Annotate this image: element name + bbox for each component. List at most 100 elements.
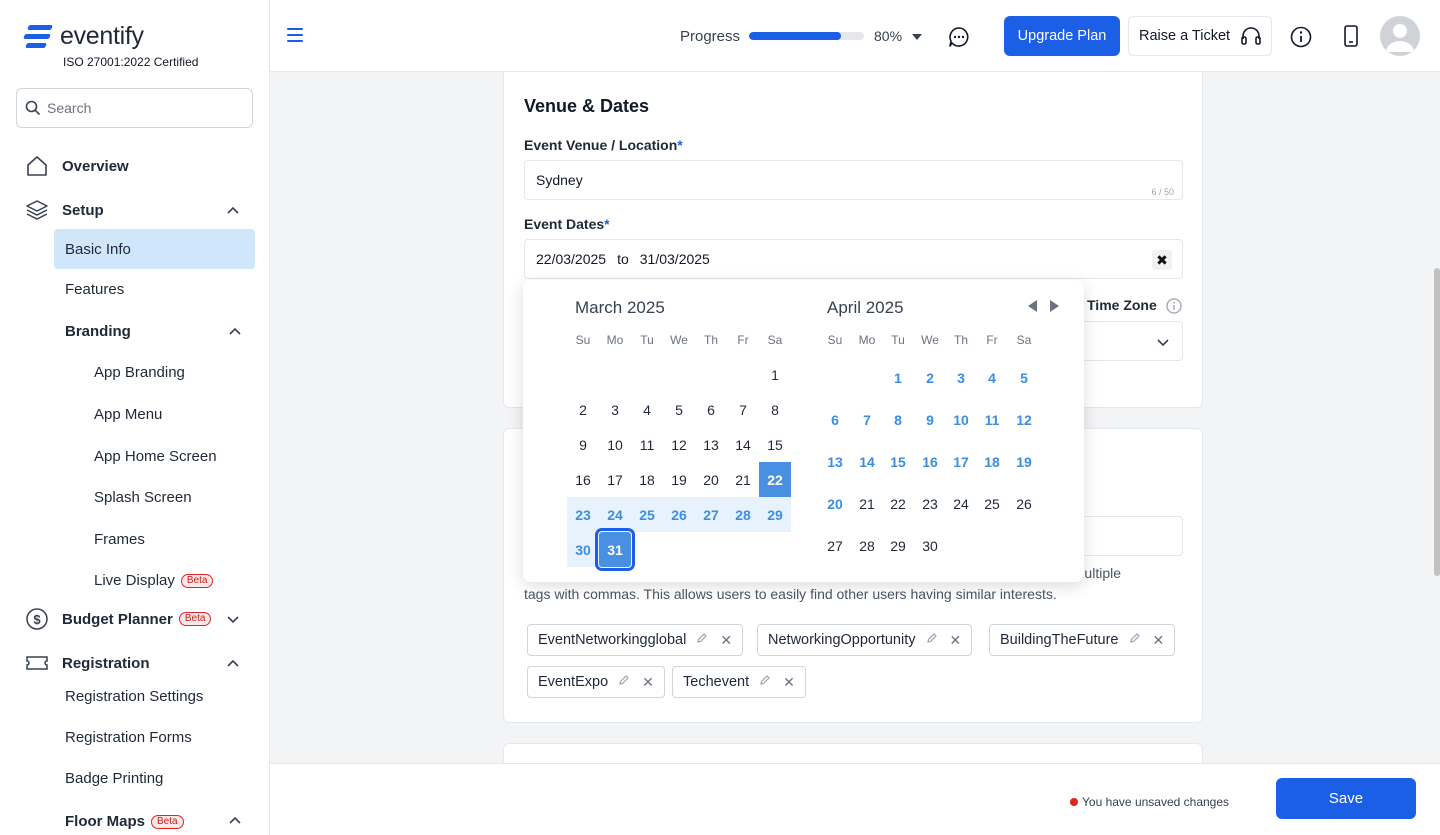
calendar-day[interactable]: 2 (914, 360, 946, 395)
sidebar-item-registration-forms[interactable]: Registration Forms (65, 729, 192, 746)
remove-tag-icon[interactable]: ✕ (1153, 632, 1165, 649)
calendar-day[interactable]: 11 (631, 427, 663, 462)
calendar-day[interactable]: 21 (851, 486, 883, 521)
prev-month-icon[interactable] (1028, 300, 1037, 312)
sidebar-item-basic-info[interactable]: Basic Info (54, 229, 255, 269)
info-icon[interactable] (1166, 298, 1182, 314)
calendar-day[interactable]: 5 (1008, 360, 1040, 395)
calendar-day[interactable]: 9 (914, 402, 946, 437)
calendar-day[interactable]: 17 (945, 444, 977, 479)
calendar-day[interactable]: 26 (663, 497, 695, 532)
calendar-day[interactable]: 10 (945, 402, 977, 437)
save-button[interactable]: Save (1276, 778, 1416, 819)
remove-tag-icon[interactable]: ✕ (950, 632, 962, 649)
calendar-day[interactable]: 1 (759, 357, 791, 392)
sidebar-item-splash-screen[interactable]: Splash Screen (94, 489, 192, 506)
calendar-day[interactable]: 18 (631, 462, 663, 497)
calendar-day[interactable]: 8 (882, 402, 914, 437)
calendar-day[interactable]: 3 (599, 392, 631, 427)
search-input[interactable] (47, 100, 237, 116)
calendar-day[interactable]: 13 (819, 444, 851, 479)
calendar-day[interactable]: 24 (599, 497, 631, 532)
calendar-day[interactable]: 1 (882, 360, 914, 395)
calendar-day[interactable]: 19 (663, 462, 695, 497)
sidebar-item-app-home-screen[interactable]: App Home Screen (94, 448, 217, 465)
search-box[interactable] (16, 88, 253, 128)
tag-chip[interactable]: EventNetworkingglobal ✕ (527, 624, 744, 656)
pencil-icon[interactable] (1129, 632, 1141, 648)
mobile-phone-icon[interactable] (1343, 25, 1359, 47)
calendar-day[interactable]: 14 (851, 444, 883, 479)
tag-chip[interactable]: Techevent ✕ (672, 666, 806, 698)
calendar-day[interactable]: 22 (759, 462, 791, 497)
sidebar-item-registration-settings[interactable]: Registration Settings (65, 688, 203, 705)
calendar-day[interactable]: 23 (914, 486, 946, 521)
calendar-day[interactable]: 16 (914, 444, 946, 479)
tag-chip[interactable]: BuildingTheFuture ✕ (989, 624, 1176, 656)
sidebar-item-features[interactable]: Features (65, 281, 124, 298)
calendar-day[interactable]: 30 (567, 532, 599, 567)
calendar-day[interactable]: 14 (727, 427, 759, 462)
calendar-day[interactable]: 16 (567, 462, 599, 497)
calendar-day[interactable]: 3 (945, 360, 977, 395)
calendar-day[interactable]: 26 (1008, 486, 1040, 521)
calendar-day[interactable]: 23 (567, 497, 599, 532)
calendar-day[interactable]: 19 (1008, 444, 1040, 479)
venue-input[interactable]: Sydney 6 / 50 (524, 160, 1183, 200)
remove-tag-icon[interactable]: ✕ (720, 632, 732, 649)
pencil-icon[interactable] (696, 632, 708, 648)
calendar-day[interactable]: 13 (695, 427, 727, 462)
tag-chip[interactable]: EventExpo ✕ (527, 666, 665, 698)
info-icon[interactable] (1290, 26, 1312, 48)
progress-dropdown-icon[interactable] (912, 34, 922, 40)
calendar-day[interactable]: 6 (695, 392, 727, 427)
calendar-day[interactable]: 5 (663, 392, 695, 427)
calendar-day[interactable]: 15 (882, 444, 914, 479)
calendar-day[interactable]: 24 (945, 486, 977, 521)
calendar-day[interactable]: 2 (567, 392, 599, 427)
calendar-day[interactable]: 21 (727, 462, 759, 497)
sidebar-item-live-display[interactable]: Live Display Beta (94, 572, 214, 589)
calendar-day[interactable]: 15 (759, 427, 791, 462)
raise-ticket-button[interactable]: Raise a Ticket (1128, 16, 1272, 56)
calendar-day[interactable]: 4 (631, 392, 663, 427)
calendar-day[interactable]: 27 (695, 497, 727, 532)
chevron-up-icon[interactable] (226, 656, 240, 670)
calendar-day[interactable]: 10 (599, 427, 631, 462)
sidebar-item-overview[interactable]: Overview (24, 153, 129, 179)
calendar-day[interactable]: 28 (851, 528, 883, 563)
pencil-icon[interactable] (926, 632, 938, 648)
clear-dates-icon[interactable]: ✖ (1152, 250, 1172, 270)
calendar-day[interactable]: 9 (567, 427, 599, 462)
date-range-input[interactable]: 22/03/2025 to 31/03/2025 ✖ (524, 239, 1183, 279)
calendar-day[interactable]: 22 (882, 486, 914, 521)
chevron-down-icon[interactable] (226, 612, 240, 626)
tag-chip[interactable]: NetworkingOpportunity ✕ (757, 624, 973, 656)
remove-tag-icon[interactable]: ✕ (642, 674, 654, 691)
calendar-day[interactable]: 7 (851, 402, 883, 437)
calendar-day[interactable]: 31 (595, 528, 635, 571)
calendar-day[interactable]: 20 (695, 462, 727, 497)
pencil-icon[interactable] (618, 674, 630, 690)
calendar-day[interactable]: 7 (727, 392, 759, 427)
brand-logo[interactable]: eventify (23, 22, 144, 51)
calendar-day[interactable]: 25 (976, 486, 1008, 521)
calendar-day[interactable]: 25 (631, 497, 663, 532)
sidebar-item-floor-maps[interactable]: Floor Maps Beta (65, 813, 184, 830)
upgrade-plan-button[interactable]: Upgrade Plan (1004, 16, 1120, 56)
calendar-day[interactable]: 27 (819, 528, 851, 563)
calendar-day[interactable]: 29 (759, 497, 791, 532)
sidebar-item-branding[interactable]: Branding (65, 323, 131, 340)
next-month-icon[interactable] (1050, 300, 1059, 312)
sidebar-item-app-menu[interactable]: App Menu (94, 406, 162, 423)
calendar-day[interactable]: 17 (599, 462, 631, 497)
sidebar-item-badge-printing[interactable]: Badge Printing (65, 770, 163, 787)
calendar-day[interactable]: 4 (976, 360, 1008, 395)
avatar[interactable] (1380, 16, 1420, 56)
scrollbar-thumb[interactable] (1434, 268, 1440, 576)
sidebar-item-app-branding[interactable]: App Branding (94, 364, 185, 381)
chat-icon[interactable] (948, 26, 970, 48)
chevron-up-icon[interactable] (228, 324, 242, 338)
calendar-day[interactable]: 20 (819, 486, 851, 521)
sidebar-item-budget-planner[interactable]: $ Budget Planner Beta (24, 606, 212, 632)
